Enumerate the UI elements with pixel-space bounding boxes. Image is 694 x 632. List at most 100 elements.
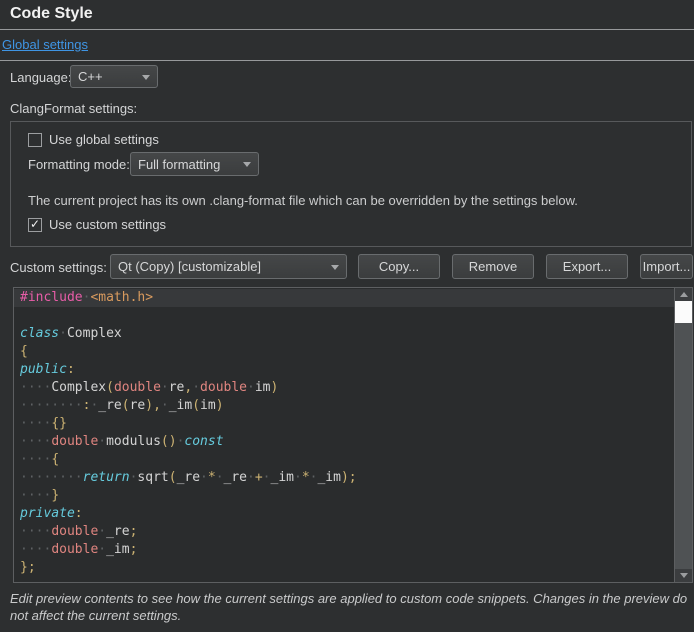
code-line[interactable]: #include·<math.h>: [14, 289, 674, 307]
code-token-id: re: [169, 380, 185, 395]
code-line[interactable]: public:: [14, 361, 674, 379]
code-preview-editor[interactable]: #include·<math.h>class·Complex{public:··…: [13, 287, 693, 583]
custom-settings-label: Custom settings:: [10, 260, 107, 275]
language-combobox-value: C++: [78, 69, 103, 84]
code-line[interactable]: };: [14, 559, 674, 577]
code-line[interactable]: ····double·_im;: [14, 541, 674, 559]
code-token-kw: const: [184, 434, 223, 449]
code-line[interactable]: ····double·_re;: [14, 523, 674, 541]
code-token-ws: ····: [20, 416, 51, 431]
title-divider: [0, 29, 694, 30]
code-token-id: sqrt: [137, 470, 168, 485]
code-line[interactable]: class·Complex: [14, 325, 674, 343]
clangformat-settings-label: ClangFormat settings:: [10, 101, 137, 116]
code-token-id: _im: [169, 398, 192, 413]
import-button[interactable]: Import...: [640, 254, 693, 279]
scrollbar-thumb[interactable]: [675, 301, 692, 323]
code-token-kw: public: [20, 362, 67, 377]
page-title: Code Style: [10, 5, 93, 23]
code-line[interactable]: [14, 307, 674, 325]
formatting-mode-combobox-value: Full formatting: [138, 157, 220, 172]
code-token-ws: ·: [98, 524, 106, 539]
code-token-ws: ····: [20, 488, 51, 503]
code-token-id: _im: [106, 542, 129, 557]
code-line[interactable]: ········return·sqrt(_re·*·_re·+·_im·*·_i…: [14, 469, 674, 487]
code-token-id: im: [255, 380, 271, 395]
scroll-down-button[interactable]: [675, 569, 692, 582]
code-token-id: _im: [317, 470, 340, 485]
global-settings-link[interactable]: Global settings: [2, 37, 88, 52]
code-token-type: double: [114, 380, 161, 395]
clangformat-groupbox: ✓ Use global settings Formatting mode: F…: [10, 121, 692, 247]
code-token-kw: return: [83, 470, 130, 485]
formatting-mode-label: Formatting mode:: [28, 157, 130, 172]
code-token-ws: ·: [59, 326, 67, 341]
code-token-pun: {: [51, 452, 59, 467]
code-token-id: im: [200, 398, 216, 413]
code-token-ws: ····: [20, 380, 51, 395]
code-token-pun: ;: [130, 542, 138, 557]
chevron-down-icon: [331, 265, 339, 270]
preview-help-text: Edit preview contents to see how the cur…: [10, 590, 688, 624]
use-global-settings-checkbox[interactable]: ✓ Use global settings: [28, 132, 159, 147]
code-token-type: double: [200, 380, 247, 395]
editor-scrollbar[interactable]: [674, 288, 692, 582]
code-token-id: _re: [177, 470, 200, 485]
code-token-id: Complex: [51, 380, 106, 395]
code-token-ws: ·: [263, 470, 271, 485]
copy-button[interactable]: Copy...: [358, 254, 440, 279]
chevron-down-icon: [142, 75, 150, 80]
code-token-ws: ·: [98, 434, 106, 449]
code-token-id: Complex: [67, 326, 122, 341]
code-line[interactable]: ····{: [14, 451, 674, 469]
code-token-ws: ····: [20, 542, 51, 557]
code-line[interactable]: ········:·_re(re),·_im(im): [14, 397, 674, 415]
code-token-type: double: [51, 524, 98, 539]
code-token-ws: ·: [98, 542, 106, 557]
code-editor-content[interactable]: #include·<math.h>class·Complex{public:··…: [14, 288, 674, 582]
code-line[interactable]: ····Complex(double·re,·double·im): [14, 379, 674, 397]
code-token-pun: {}: [51, 416, 67, 431]
code-token-str: <math.h>: [90, 290, 153, 305]
code-token-id: _re: [98, 398, 121, 413]
code-token-pun: (: [106, 380, 114, 395]
custom-settings-combobox[interactable]: Qt (Copy) [customizable]: [110, 254, 347, 279]
code-token-id: _im: [271, 470, 294, 485]
code-line[interactable]: ····{}: [14, 415, 674, 433]
code-token-ws: ········: [20, 398, 83, 413]
use-global-settings-label: Use global settings: [49, 132, 159, 147]
code-token-ws: ·: [161, 398, 169, 413]
code-token-ws: ·: [161, 380, 169, 395]
code-token-pun: ),: [145, 398, 161, 413]
checkbox-icon[interactable]: ✓: [28, 218, 42, 232]
code-token-pun: (: [122, 398, 130, 413]
code-token-pun: *: [208, 470, 216, 485]
code-token-kw: class: [20, 326, 59, 341]
checkbox-icon[interactable]: ✓: [28, 133, 42, 147]
code-token-type: double: [51, 434, 98, 449]
code-token-pun: ): [271, 380, 279, 395]
use-custom-settings-checkbox[interactable]: ✓ Use custom settings: [28, 217, 166, 232]
formatting-mode-combobox[interactable]: Full formatting: [130, 152, 259, 176]
code-token-pun: (): [161, 434, 177, 449]
code-token-pun: :: [75, 506, 83, 521]
code-token-type: double: [51, 542, 98, 557]
code-token-pun: {: [20, 344, 28, 359]
code-token-ws: ·: [294, 470, 302, 485]
code-line[interactable]: private:: [14, 505, 674, 523]
code-line[interactable]: {: [14, 343, 674, 361]
code-token-id: _re: [106, 524, 129, 539]
code-token-ws: ····: [20, 524, 51, 539]
export-button[interactable]: Export...: [546, 254, 628, 279]
code-token-id: _re: [224, 470, 247, 485]
language-combobox[interactable]: C++: [70, 65, 158, 88]
remove-button[interactable]: Remove: [452, 254, 534, 279]
code-line[interactable]: ····}: [14, 487, 674, 505]
code-token-pun: }: [51, 488, 59, 503]
code-token-pun: ;: [130, 524, 138, 539]
code-token-kw: private: [20, 506, 75, 521]
code-line[interactable]: ····double·modulus()·const: [14, 433, 674, 451]
code-token-pun: ): [216, 398, 224, 413]
scroll-up-button[interactable]: [675, 288, 692, 301]
chevron-down-icon: [243, 162, 251, 167]
